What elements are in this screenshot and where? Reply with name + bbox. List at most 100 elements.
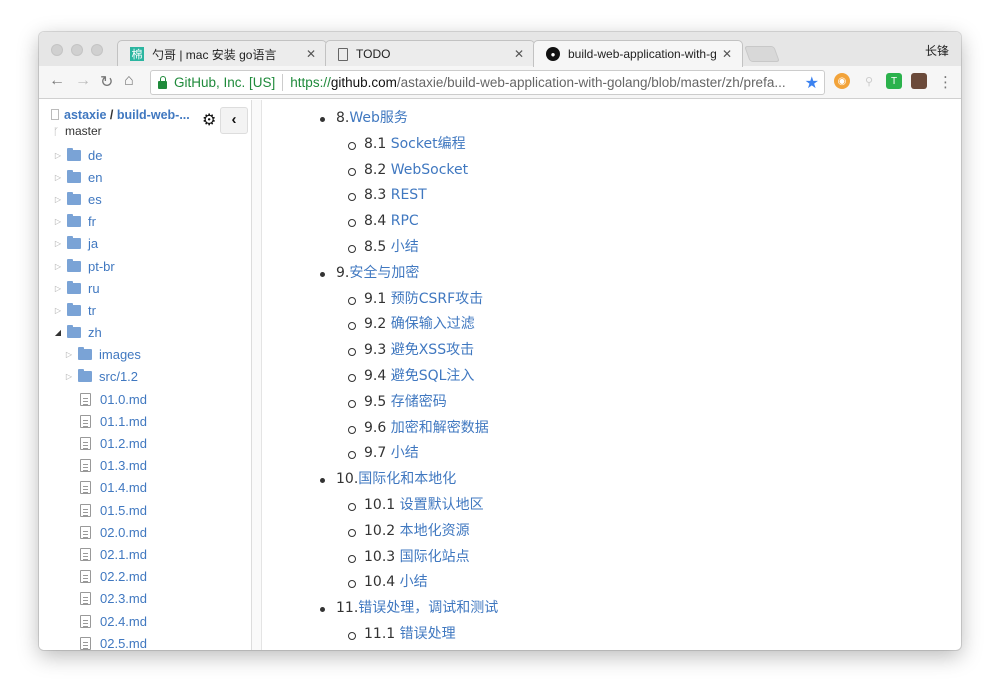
section-link[interactable]: WebSocket [391,162,468,178]
section-link[interactable]: 国际化站点 [400,549,470,565]
section-link[interactable]: 避免SQL注入 [391,368,475,384]
close-tab-icon[interactable]: ✕ [514,47,524,61]
tab-1[interactable]: 棉 勺哥 | mac 安装 go语言 ✕ [117,40,327,67]
security-label[interactable]: GitHub, Inc. [US] [174,75,275,90]
section-link[interactable]: 预防CSRF攻击 [391,291,483,307]
chapter-link[interactable]: 安全与加密 [349,265,419,281]
tree-item-label: images [99,347,141,363]
toc-section: 9.7 小结 [263,441,961,467]
collapsed-caret-icon[interactable]: ▷ [53,284,63,293]
weibo-icon[interactable]: ◉ [834,73,850,89]
repo-name-link[interactable]: build-web-... [117,108,190,122]
zoom-window-button[interactable] [91,44,103,56]
section-number: 11.1 [364,625,396,642]
tree-folder[interactable]: ▷ de [39,144,251,166]
collapsed-caret-icon[interactable]: ▷ [53,262,63,271]
collapsed-caret-icon[interactable]: ▷ [53,195,63,204]
collapsed-caret-icon[interactable]: ▷ [64,350,74,359]
section-link[interactable]: 小结 [391,445,419,461]
tree-folder[interactable]: ▷ en [39,166,251,188]
reload-icon[interactable]: ↻ [100,72,113,92]
tree-item-label: 02.0.md [100,524,147,540]
tree-folder[interactable]: ▷ es [39,188,251,210]
minimize-window-button[interactable] [71,44,83,56]
bookmark-star-icon[interactable]: ★ [805,73,819,93]
tree-file[interactable]: 02.4.md [39,610,251,632]
file-icon [80,459,91,473]
tree-folder[interactable]: ▷ images [39,344,251,366]
tree-folder[interactable]: ▷ ru [39,277,251,299]
section-link[interactable]: 存储密码 [391,394,447,410]
toc-section: 9.3 避免XSS攻击 [263,338,961,364]
section-link[interactable]: 确保输入过滤 [391,316,475,332]
home-icon[interactable]: ⌂ [124,72,134,90]
tree-item-label: 02.2.md [100,569,147,585]
section-link[interactable]: 加密和解密数据 [391,420,489,436]
tree-file[interactable]: 01.4.md [39,477,251,499]
chapter-link[interactable]: 错误处理，调试和测试 [358,600,498,616]
address-bar[interactable]: GitHub, Inc. [US] https://github.com/ast… [150,70,825,95]
repo-owner-link[interactable]: astaxie [64,108,106,122]
tab-2[interactable]: TODO ✕ [325,40,535,67]
menu-icon[interactable]: ⋮ [938,73,953,91]
tab-3-active[interactable]: ● build-web-application-with-go ✕ [533,40,743,67]
network-icon[interactable]: ⚲ [861,73,877,89]
profile-name[interactable]: 长锋 [925,42,949,59]
gear-icon[interactable]: ⚙ [202,110,216,130]
collapsed-caret-icon[interactable]: ▷ [53,239,63,248]
tree-file[interactable]: 01.1.md [39,410,251,432]
close-window-button[interactable] [51,44,63,56]
tree-item-label: fr [88,214,96,230]
back-icon[interactable]: ← [49,72,65,90]
section-link[interactable]: REST [391,187,427,203]
section-link[interactable]: 小结 [391,239,419,255]
section-link[interactable]: 错误处理 [400,626,456,642]
section-link[interactable]: 设置默认地区 [400,497,484,513]
tree-folder[interactable]: ◢ zh [39,322,251,344]
chapter-link[interactable]: Web服务 [349,110,408,126]
tree-folder[interactable]: ▷ ja [39,233,251,255]
collapsed-caret-icon[interactable]: ▷ [64,372,74,381]
tree-folder[interactable]: ▷ tr [39,299,251,321]
section-link[interactable]: 避免XSS攻击 [391,342,474,358]
close-tab-icon[interactable]: ✕ [722,47,732,61]
expanded-caret-icon[interactable]: ◢ [53,328,63,337]
section-link[interactable]: RPC [391,213,419,229]
tree-item-label: ja [88,236,99,252]
tree-file[interactable]: 01.2.md [39,432,251,454]
section-link[interactable]: Socket编程 [391,136,466,152]
file-tree: ▷ de ▷ en ▷ es ▷ fr ▷ ja ▷ pt-br ▷ ru ▷ tr ◢ zh ▷ images ▷ sr… [39,144,251,650]
file-icon [80,414,91,428]
forward-icon[interactable]: → [75,72,91,90]
branch-name: master [65,124,102,138]
new-tab-button[interactable] [744,46,780,62]
file-icon [80,503,91,517]
toc-section: 8.3 REST [263,183,961,209]
collapsed-caret-icon[interactable]: ▷ [53,217,63,226]
toc-section: 8.1 Socket编程 [263,132,961,158]
collapse-sidebar-button[interactable]: ‹ [220,107,248,134]
close-tab-icon[interactable]: ✕ [306,47,316,61]
tree-file[interactable]: 02.2.md [39,566,251,588]
section-link[interactable]: 小结 [400,574,428,590]
sidebar-resize-handle[interactable] [252,100,262,650]
cat-extension-icon[interactable] [911,73,927,89]
tree-folder[interactable]: ▷ src/1.2 [39,366,251,388]
tree-folder[interactable]: ▷ fr [39,211,251,233]
tree-file[interactable]: 02.0.md [39,521,251,543]
tree-folder[interactable]: ▷ pt-br [39,255,251,277]
tree-file[interactable]: 01.0.md [39,388,251,410]
tree-file[interactable]: 01.3.md [39,455,251,477]
section-link[interactable]: 本地化资源 [400,523,470,539]
tree-file[interactable]: 02.1.md [39,543,251,565]
toc-chapter: 10.国际化和本地化 [263,467,961,493]
tree-file[interactable]: 02.3.md [39,588,251,610]
tree-file[interactable]: 02.5.md [39,632,251,650]
chapter-link[interactable]: 国际化和本地化 [358,471,456,487]
collapsed-caret-icon[interactable]: ▷ [53,173,63,182]
shield-extension-icon[interactable]: T [886,73,902,89]
tree-file[interactable]: 01.5.md [39,499,251,521]
toc-section: 10.3 国际化站点 [263,545,961,571]
collapsed-caret-icon[interactable]: ▷ [53,151,63,160]
collapsed-caret-icon[interactable]: ▷ [53,306,63,315]
